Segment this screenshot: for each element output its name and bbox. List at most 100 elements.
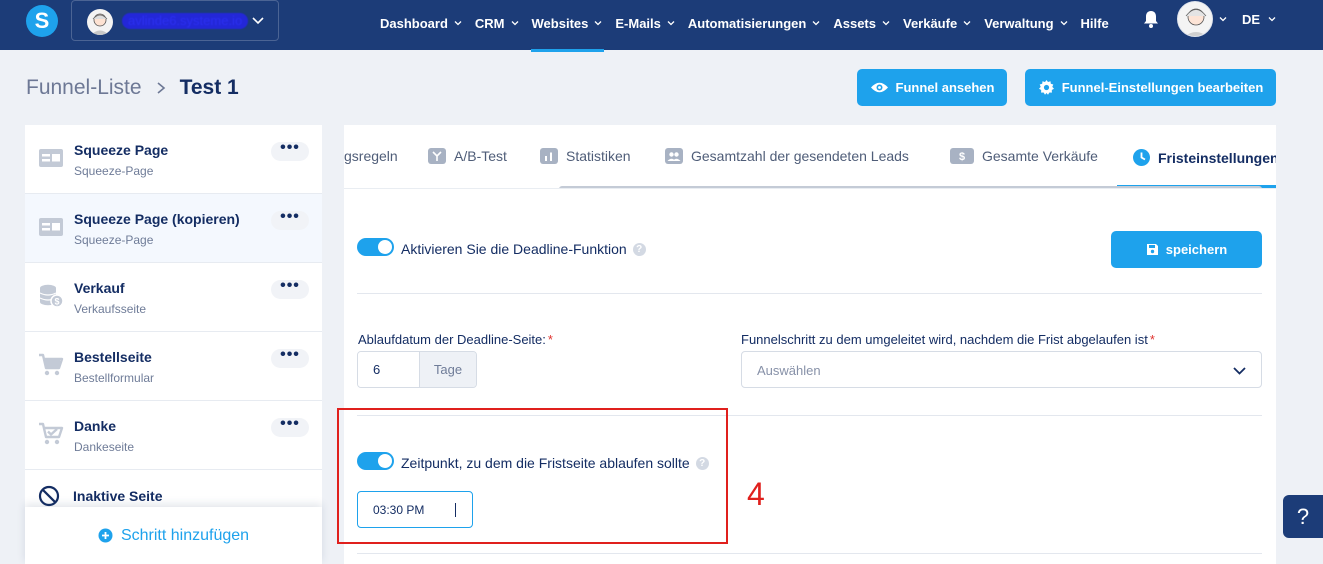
nav-assets[interactable]: Assets <box>833 4 891 42</box>
page-layout-icon <box>39 218 63 236</box>
nav-automations[interactable]: Automatisierungen <box>688 4 821 42</box>
step-more-button[interactable]: ••• <box>271 140 309 161</box>
funnel-steps-sidebar: Squeeze Page Squeeze-Page ••• Squeeze Pa… <box>25 125 322 564</box>
deadline-feature-text: Aktivieren Sie die Deadline-Funktion <box>401 241 627 257</box>
account-name: avlinde6.systeme.io <box>122 13 249 29</box>
chevron-down-icon[interactable] <box>1218 14 1228 24</box>
tab-label: A/B-Test <box>454 148 507 164</box>
expiry-date-text: Ablaufdatum der Deadline-Seite: <box>358 332 546 347</box>
step-type: Verkaufsseite <box>74 302 147 316</box>
step-title: Squeeze Page (kopieren) <box>74 211 240 227</box>
tab-total-sales[interactable]: $ Gesamte Verkäufe <box>950 148 1098 164</box>
expiry-days-group: Tage <box>357 351 477 388</box>
tab-statistics[interactable]: Statistiken <box>540 148 631 164</box>
bell-icon[interactable] <box>1142 9 1160 29</box>
nav-label: Websites <box>531 15 589 31</box>
step-title: Squeeze Page <box>74 142 169 158</box>
divider <box>357 293 1262 294</box>
settings-tabs: gsregeln A/B-Test Statistiken Gesamtzahl… <box>344 125 1276 189</box>
chevron-down-icon <box>812 21 820 26</box>
tab-deadline-settings[interactable]: Fristeinstellungen <box>1132 148 1276 167</box>
split-icon <box>428 148 446 164</box>
eye-icon <box>870 82 888 93</box>
step-type: Squeeze-Page <box>74 233 154 247</box>
funnel-step-order-page[interactable]: Bestellseite Bestellformular ••• <box>25 332 322 401</box>
tab-ab-test[interactable]: A/B-Test <box>428 148 507 164</box>
main-nav: Dashboard CRM Websites E-Mails Automatis… <box>380 0 1121 52</box>
step-title: Danke <box>74 418 117 434</box>
language-switcher[interactable]: DE <box>1242 12 1260 27</box>
step-type: Squeeze-Page <box>74 164 154 178</box>
step-more-button[interactable]: ••• <box>271 416 309 437</box>
clock-icon <box>1133 149 1150 166</box>
tab-label: Fristeinstellungen <box>1158 149 1276 166</box>
step-more-button[interactable]: ••• <box>271 347 309 368</box>
nav-emails[interactable]: E-Mails <box>615 4 676 42</box>
step-more-button[interactable]: ••• <box>271 209 309 230</box>
tabs-scrollbar[interactable] <box>559 186 1262 188</box>
chevron-down-icon <box>511 21 518 26</box>
step-more-button[interactable]: ••• <box>271 278 309 299</box>
help-chat-button[interactable]: ? <box>1283 495 1323 538</box>
dollar-icon: $ <box>950 148 974 164</box>
tab-label: Statistiken <box>566 148 631 164</box>
deadline-feature-toggle[interactable] <box>357 238 394 256</box>
chevron-down-icon <box>667 21 675 26</box>
cart-icon <box>39 353 64 376</box>
required-mark: * <box>1149 332 1155 347</box>
tab-total-leads[interactable]: Gesamtzahl der gesendeten Leads <box>665 148 909 164</box>
nav-label: E-Mails <box>615 15 661 31</box>
tab-label: gsregeln <box>344 148 398 164</box>
top-navigation-bar: S avlinde6.systeme.io Dashboard CRM Webs… <box>0 0 1323 52</box>
edit-funnel-settings-label: Funnel-Einstellungen bearbeiten <box>1061 80 1264 95</box>
nav-label: Dashboard <box>380 15 448 31</box>
annotation-highlight-box <box>337 408 728 544</box>
tab-label: Gesamtzahl der gesendeten Leads <box>691 148 909 164</box>
nav-sales[interactable]: Verkäufe <box>903 4 972 42</box>
step-type: Dankeseite <box>74 440 135 454</box>
redirect-step-text: Funnelschritt zu dem umgeleitet wird, na… <box>741 332 1148 347</box>
chevron-down-icon <box>454 21 462 26</box>
ban-icon <box>38 485 60 507</box>
expiry-days-input[interactable] <box>358 352 419 387</box>
divider <box>357 553 1262 554</box>
systeme-logo[interactable]: S <box>26 5 58 37</box>
save-button[interactable]: speichern <box>1111 231 1262 268</box>
chevron-down-icon[interactable] <box>1267 14 1277 24</box>
chevron-down-icon <box>594 21 602 26</box>
redirect-step-select[interactable]: Auswählen <box>741 351 1262 388</box>
chevron-right-icon <box>157 82 165 94</box>
redirect-step-placeholder: Auswählen <box>757 363 821 378</box>
days-unit-label: Tage <box>419 352 476 387</box>
nav-crm[interactable]: CRM <box>475 4 520 42</box>
edit-funnel-settings-button[interactable]: Funnel-Einstellungen bearbeiten <box>1025 69 1276 106</box>
svg-text:$: $ <box>54 297 59 307</box>
breadcrumb-funnel-list[interactable]: Funnel-Liste <box>26 76 142 100</box>
add-step-button[interactable]: Schritt hinzufügen <box>25 507 322 564</box>
tab-rules[interactable]: gsregeln <box>344 148 398 164</box>
coins-icon: $ <box>39 284 64 308</box>
help-icon[interactable]: ? <box>632 242 646 256</box>
page-layout-icon <box>39 149 63 167</box>
inactive-page-label: Inaktive Seite <box>73 488 163 504</box>
user-avatar[interactable] <box>1177 1 1213 37</box>
nav-management[interactable]: Verwaltung <box>984 4 1068 42</box>
nav-help[interactable]: Hilfe <box>1081 4 1109 42</box>
funnel-step-squeeze-page[interactable]: Squeeze Page Squeeze-Page ••• <box>25 125 322 194</box>
funnel-step-sales[interactable]: $ Verkauf Verkaufsseite ••• <box>25 263 322 332</box>
save-label: speichern <box>1165 242 1228 257</box>
nav-dashboard[interactable]: Dashboard <box>380 4 463 42</box>
funnel-step-squeeze-page-copy[interactable]: Squeeze Page (kopieren) Squeeze-Page ••• <box>25 194 322 263</box>
gear-icon <box>1038 80 1054 95</box>
view-funnel-button[interactable]: Funnel ansehen <box>857 69 1007 106</box>
annotation-step-number: 4 <box>747 476 765 512</box>
funnel-step-thank-you[interactable]: Danke Dankeseite ••• <box>25 401 322 470</box>
account-switcher[interactable]: avlinde6.systeme.io <box>71 0 279 41</box>
page-title: Test 1 <box>179 76 239 99</box>
add-step-label: Schritt hinzufügen <box>120 526 250 544</box>
redirect-step-label: Funnelschritt zu dem umgeleitet wird, na… <box>741 332 1155 347</box>
nav-label: Verwaltung <box>984 15 1054 31</box>
nav-websites[interactable]: Websites <box>530 4 605 52</box>
bar-chart-icon <box>540 148 558 164</box>
nav-label: Verkäufe <box>902 15 958 31</box>
